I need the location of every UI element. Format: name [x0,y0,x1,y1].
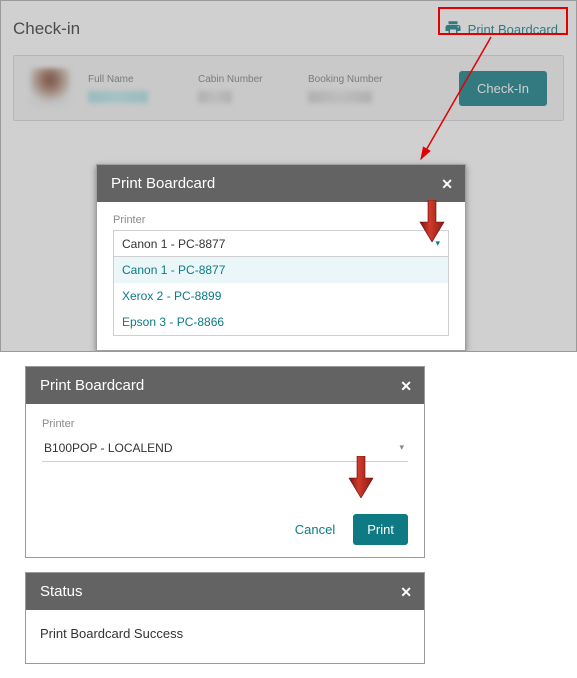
printer-selected-value: Canon 1 - PC-8877 [122,237,225,251]
modal-titlebar: Status ✕ [26,573,424,610]
fullname-value [88,91,148,103]
close-icon[interactable]: ✕ [441,177,453,191]
printer-dropdown-list: Canon 1 - PC-8877 Xerox 2 - PC-8899 Epso… [113,256,449,336]
printer-selected-value: B100POP - LOCALEND [44,441,173,455]
cancel-button[interactable]: Cancel [287,516,343,543]
status-modal: Status ✕ Print Boardcard Success [25,572,425,664]
print-boardcard-modal: Print Boardcard ✕ Printer Canon 1 - PC-8… [96,164,466,351]
modal-title: Print Boardcard [111,175,215,192]
annotation-arrow-icon [348,456,374,501]
checkin-button[interactable]: Check-In [459,71,547,106]
modal-titlebar: Print Boardcard ✕ [26,367,424,404]
printer-option[interactable]: Xerox 2 - PC-8899 [114,283,448,309]
cabin-col: Cabin Number [198,74,278,103]
cabin-value [198,91,232,103]
printer-field-label: Printer [42,418,408,430]
cabin-label: Cabin Number [198,74,278,85]
status-message: Print Boardcard Success [26,610,424,663]
checkin-panel: Check-in Print Boardcard Full Name Cabin… [0,0,577,352]
booking-label: Booking Number [308,74,388,85]
modal-actions: Cancel Print [26,514,424,557]
fullname-label: Full Name [88,74,168,85]
page-title: Check-in [13,19,80,39]
close-icon[interactable]: ✕ [400,585,412,599]
fullname-col: Full Name [88,74,168,103]
print-boardcard-modal-standalone: Print Boardcard ✕ Printer B100POP - LOCA… [25,366,425,558]
printer-field-label: Printer [113,214,449,226]
chevron-down-icon: ▾ [399,442,404,453]
print-button[interactable]: Print [353,514,408,545]
printer-option[interactable]: Epson 3 - PC-8866 [114,309,448,335]
avatar [30,68,70,108]
guest-card: Full Name Cabin Number Booking Number Ch… [13,55,564,121]
printer-dropdown[interactable]: Canon 1 - PC-8877 ▾ [113,230,449,256]
close-icon[interactable]: ✕ [400,379,412,393]
print-boardcard-link[interactable]: Print Boardcard [438,15,564,44]
booking-col: Booking Number [308,74,388,103]
checkin-header: Check-in Print Boardcard [13,11,564,47]
printer-icon [444,19,462,40]
modal-title: Print Boardcard [40,377,144,394]
printer-option[interactable]: Canon 1 - PC-8877 [114,257,448,283]
print-boardcard-label: Print Boardcard [468,22,558,37]
modal-titlebar: Print Boardcard ✕ [97,165,465,202]
modal-title: Status [40,583,83,600]
annotation-arrow-icon [419,200,445,245]
booking-value [308,91,372,103]
